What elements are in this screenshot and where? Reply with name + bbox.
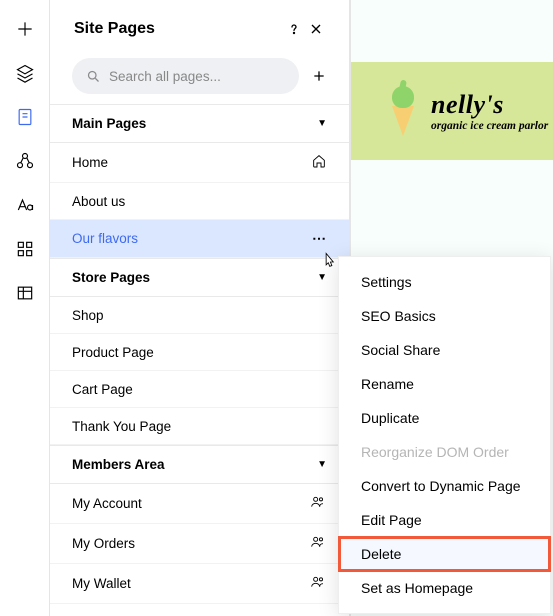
brand-tagline: organic ice cream parlor [431, 120, 548, 132]
menu-set-homepage[interactable]: Set as Homepage [339, 571, 550, 605]
menu-delete[interactable]: Delete [339, 537, 550, 571]
pointer-cursor-icon [320, 252, 338, 277]
add-icon[interactable] [14, 18, 36, 40]
search-input[interactable]: Search all pages... [72, 58, 299, 94]
nodes-icon[interactable] [14, 150, 36, 172]
section-main-title: Main Pages [72, 116, 146, 131]
page-label: My Orders [72, 536, 135, 551]
menu-seo[interactable]: SEO Basics [339, 299, 550, 333]
members-only-icon [311, 534, 327, 553]
page-context-menu: Settings SEO Basics Social Share Rename … [338, 256, 551, 614]
page-row-product[interactable]: Product Page [50, 334, 349, 371]
page-label: Product Page [72, 345, 154, 360]
section-members-area[interactable]: Members Area ▼ [50, 445, 349, 484]
page-row-wallet[interactable]: My Wallet [50, 564, 349, 604]
brand-text: nelly's organic ice cream parlor [431, 90, 548, 132]
layers-icon[interactable] [14, 62, 36, 84]
apps-icon[interactable] [14, 238, 36, 260]
page-label: Our flavors [72, 231, 138, 246]
logo-icon [387, 86, 419, 136]
section-store-pages[interactable]: Store Pages ▼ [50, 258, 349, 297]
search-icon [86, 69, 101, 84]
site-pages-panel: Site Pages Search all pages... Main Page… [50, 0, 350, 616]
page-label: My Wallet [72, 576, 131, 591]
page-row-about[interactable]: About us [50, 183, 349, 220]
add-page-button[interactable] [309, 66, 329, 86]
section-members-title: Members Area [72, 457, 165, 472]
search-row: Search all pages... [50, 52, 349, 104]
page-row-flavors[interactable]: Our flavors ⋯ [50, 220, 349, 258]
members-only-icon [311, 574, 327, 593]
page-row-account[interactable]: My Account [50, 484, 349, 524]
pages-icon[interactable] [14, 106, 36, 128]
page-label: About us [72, 194, 125, 209]
page-label: Shop [72, 308, 104, 323]
panel-title: Site Pages [74, 20, 283, 38]
page-row-thankyou[interactable]: Thank You Page [50, 408, 349, 445]
page-label: Cart Page [72, 382, 133, 397]
typography-icon[interactable] [14, 194, 36, 216]
brand-name: nelly's [431, 90, 548, 120]
hero-section: nelly's organic ice cream parlor [351, 62, 553, 160]
panel-header: Site Pages [50, 0, 349, 52]
close-icon[interactable] [305, 21, 327, 37]
members-only-icon [311, 494, 327, 513]
chevron-down-icon: ▼ [317, 459, 327, 470]
page-label: Home [72, 155, 108, 170]
page-row-shop[interactable]: Shop [50, 297, 349, 334]
menu-social[interactable]: Social Share [339, 333, 550, 367]
page-label: Thank You Page [72, 419, 171, 434]
page-row-orders[interactable]: My Orders [50, 524, 349, 564]
menu-reorganize: Reorganize DOM Order [339, 435, 550, 469]
page-label: My Account [72, 496, 142, 511]
data-icon[interactable] [14, 282, 36, 304]
menu-convert[interactable]: Convert to Dynamic Page [339, 469, 550, 503]
section-main-pages[interactable]: Main Pages ▼ [50, 104, 349, 143]
chevron-down-icon: ▼ [317, 118, 327, 129]
left-rail [0, 0, 50, 616]
help-icon[interactable] [283, 21, 305, 37]
home-icon [311, 153, 327, 172]
page-row-cart[interactable]: Cart Page [50, 371, 349, 408]
search-placeholder: Search all pages... [109, 69, 221, 84]
more-icon[interactable]: ⋯ [312, 230, 327, 247]
menu-edit-page[interactable]: Edit Page [339, 503, 550, 537]
menu-rename[interactable]: Rename [339, 367, 550, 401]
section-store-title: Store Pages [72, 270, 150, 285]
page-row-home[interactable]: Home [50, 143, 349, 183]
menu-duplicate[interactable]: Duplicate [339, 401, 550, 435]
menu-settings[interactable]: Settings [339, 265, 550, 299]
